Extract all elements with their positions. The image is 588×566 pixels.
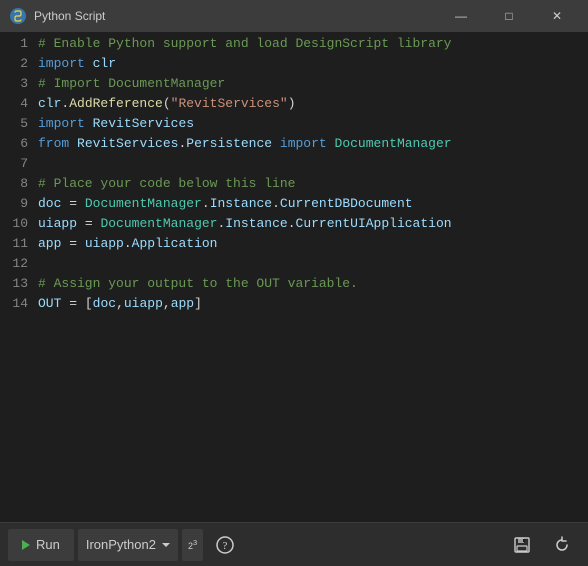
line-number: 5 bbox=[4, 116, 28, 131]
line-number: 13 bbox=[4, 276, 28, 291]
code-content: from RevitServices.Persistence import Do… bbox=[38, 136, 452, 151]
code-line-1: 1 # Enable Python support and load Desig… bbox=[0, 36, 588, 56]
reset-button[interactable] bbox=[544, 529, 580, 561]
svg-text:?: ? bbox=[223, 540, 228, 552]
code-line-13: 13 # Assign your output to the OUT varia… bbox=[0, 276, 588, 296]
app-icon bbox=[8, 6, 28, 26]
code-content: import clr bbox=[38, 56, 116, 71]
counter-badge: 23 bbox=[182, 529, 203, 561]
run-button[interactable]: Run bbox=[8, 529, 74, 561]
code-line-14: 14 OUT = [doc,uiapp,app] bbox=[0, 296, 588, 316]
minimize-button[interactable]: — bbox=[438, 0, 484, 32]
line-number: 3 bbox=[4, 76, 28, 91]
run-icon bbox=[22, 540, 30, 550]
code-content: # Place your code below this line bbox=[38, 176, 295, 191]
bottom-toolbar: Run IronPython2 23 ? bbox=[0, 522, 588, 566]
code-line-2: 2 import clr bbox=[0, 56, 588, 76]
code-line-5: 5 import RevitServices bbox=[0, 116, 588, 136]
run-label: Run bbox=[36, 537, 60, 552]
line-number: 7 bbox=[4, 156, 28, 171]
code-content: app = uiapp.Application bbox=[38, 236, 218, 251]
line-number: 8 bbox=[4, 176, 28, 191]
code-content bbox=[38, 256, 46, 271]
line-number: 4 bbox=[4, 96, 28, 111]
code-line-9: 9 doc = DocumentManager.Instance.Current… bbox=[0, 196, 588, 216]
code-content: clr.AddReference("RevitServices") bbox=[38, 96, 296, 111]
code-line-3: 3 # Import DocumentManager bbox=[0, 76, 588, 96]
titlebar: Python Script — □ ✕ bbox=[0, 0, 588, 32]
code-line-4: 4 clr.AddReference("RevitServices") bbox=[0, 96, 588, 116]
code-content bbox=[38, 156, 46, 171]
code-editor[interactable]: 1 # Enable Python support and load Desig… bbox=[0, 32, 588, 522]
code-content: # Import DocumentManager bbox=[38, 76, 225, 91]
code-content: uiapp = DocumentManager.Instance.Current… bbox=[38, 216, 452, 231]
help-button[interactable]: ? bbox=[207, 529, 243, 561]
code-line-11: 11 app = uiapp.Application bbox=[0, 236, 588, 256]
code-content: # Enable Python support and load DesignS… bbox=[38, 36, 451, 51]
line-number: 14 bbox=[4, 296, 28, 311]
line-number: 10 bbox=[4, 216, 28, 231]
save-button[interactable] bbox=[504, 529, 540, 561]
titlebar-title: Python Script bbox=[34, 9, 438, 23]
close-button[interactable]: ✕ bbox=[534, 0, 580, 32]
code-content: import RevitServices bbox=[38, 116, 194, 131]
code-line-7: 7 bbox=[0, 156, 588, 176]
line-number: 12 bbox=[4, 256, 28, 271]
line-number: 1 bbox=[4, 36, 28, 51]
maximize-button[interactable]: □ bbox=[486, 0, 532, 32]
engine-selector[interactable]: IronPython2 bbox=[78, 529, 178, 561]
chevron-down-icon bbox=[162, 543, 170, 547]
line-number: 11 bbox=[4, 236, 28, 251]
code-line-10: 10 uiapp = DocumentManager.Instance.Curr… bbox=[0, 216, 588, 236]
code-line-6: 6 from RevitServices.Persistence import … bbox=[0, 136, 588, 156]
line-number: 6 bbox=[4, 136, 28, 151]
line-number: 9 bbox=[4, 196, 28, 211]
code-content: doc = DocumentManager.Instance.CurrentDB… bbox=[38, 196, 413, 211]
counter-value: 23 bbox=[188, 538, 197, 551]
code-line-12: 12 bbox=[0, 256, 588, 276]
code-line-8: 8 # Place your code below this line bbox=[0, 176, 588, 196]
code-content: OUT = [doc,uiapp,app] bbox=[38, 296, 202, 311]
code-content: # Assign your output to the OUT variable… bbox=[38, 276, 358, 291]
line-number: 2 bbox=[4, 56, 28, 71]
titlebar-buttons: — □ ✕ bbox=[438, 0, 580, 32]
engine-label: IronPython2 bbox=[86, 537, 156, 552]
